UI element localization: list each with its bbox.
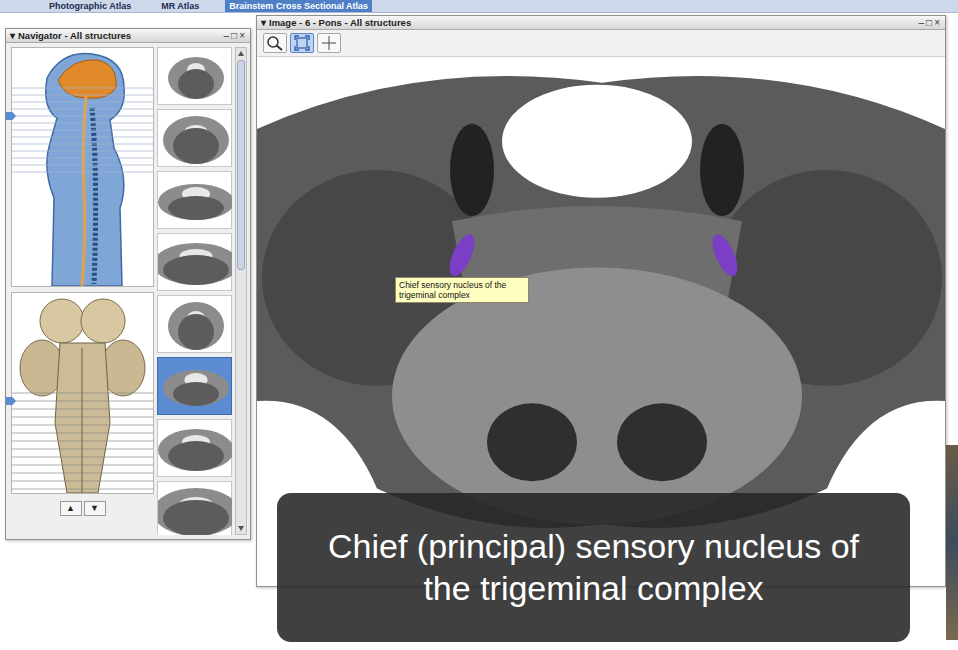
zoom-tool[interactable] (266, 35, 284, 51)
slice-thumbnail-icon (158, 234, 232, 290)
caption-overlay: Chief (principal) sensory nucleus of the… (277, 493, 910, 642)
slice-thumbnail-icon (158, 110, 232, 166)
collapse-icon[interactable]: ▾ (10, 29, 15, 42)
zoom-icon (266, 35, 284, 51)
zoom-button[interactable] (263, 33, 287, 53)
collapse-icon[interactable]: ▾ (261, 16, 266, 29)
scroll-thumb[interactable] (237, 60, 245, 270)
slice-thumbnail-icon (158, 358, 232, 414)
desktop: Photographic Atlas MR Atlas Brainstem Cros… (0, 0, 958, 650)
navigator-window[interactable]: ▾Navigator - All structures –□× ▲▼ (5, 28, 251, 540)
scroll-up-icon[interactable] (238, 51, 244, 56)
image-title-bar[interactable]: ▾Image - 6 - Pons - All structures –□× (257, 16, 945, 30)
maximize-icon[interactable]: □ (925, 16, 933, 29)
slice-thumbnail[interactable] (157, 357, 232, 415)
slice-thumbnail[interactable] (157, 481, 232, 535)
slice-thumbnail-icon (158, 482, 232, 535)
app-tab[interactable]: Photographic Atlas (45, 0, 135, 12)
window-controls: –□× (223, 29, 246, 42)
scroll-down-icon[interactable] (238, 526, 244, 531)
app-tab-bar: Photographic Atlas MR Atlas Brainstem Cros… (0, 0, 958, 13)
slice-thumbnail-icon (158, 420, 232, 476)
slice-thumbnail-icon (158, 172, 232, 228)
slice-thumbnails (157, 47, 232, 535)
slice-thumbnail-icon (158, 48, 232, 104)
fit-icon (294, 35, 310, 51)
slice-thumbnail[interactable] (157, 47, 232, 105)
crosshair-icon (321, 35, 337, 51)
slice-marker-icon[interactable] (6, 397, 16, 405)
app-tab[interactable]: MR Atlas (157, 0, 203, 12)
fit-tool[interactable] (294, 35, 310, 51)
previous-slice-button[interactable]: ▲ (60, 501, 82, 516)
minimize-icon[interactable]: – (918, 16, 926, 29)
brainstem-dorsal-view[interactable] (11, 292, 154, 494)
close-icon[interactable]: × (933, 16, 941, 29)
close-icon[interactable]: × (238, 29, 246, 42)
minimize-icon[interactable]: – (223, 29, 231, 42)
navigator-title-bar[interactable]: ▾Navigator - All structures –□× (6, 29, 250, 43)
window-title: Navigator - All structures (18, 29, 131, 42)
sagittal-body-icon (12, 48, 153, 286)
next-slice-button[interactable]: ▼ (84, 501, 106, 516)
side-photo (946, 445, 958, 640)
sagittal-body-view[interactable] (11, 47, 154, 287)
fit-button[interactable] (290, 33, 314, 53)
navigator-body: ▲▼ (6, 43, 250, 539)
app-tab[interactable]: Brainstem Cross Sectional Atlas (225, 0, 372, 12)
slice-thumbnail[interactable] (157, 171, 232, 229)
slice-thumbnail[interactable] (157, 419, 232, 477)
slice-thumbnail[interactable] (157, 109, 232, 167)
crosshair-tool[interactable] (321, 35, 337, 51)
window-controls: –□× (918, 16, 941, 29)
crosshair-button[interactable] (317, 33, 341, 53)
image-toolbar (257, 30, 945, 57)
structure-tooltip: Chief sensory nucleus of the trigeminal … (395, 277, 529, 303)
slice-thumbnail[interactable] (157, 295, 232, 353)
navigator-buttons: ▲▼ (11, 499, 154, 516)
maximize-icon[interactable]: □ (230, 29, 238, 42)
slice-marker-icon[interactable] (6, 112, 16, 120)
slice-thumbnail[interactable] (157, 233, 232, 291)
navigator-overview: ▲▼ (11, 47, 154, 535)
brainstem-icon (12, 293, 153, 493)
slice-thumbnail-icon (158, 296, 232, 352)
scrollbar[interactable] (235, 47, 247, 535)
window-title: Image - 6 - Pons - All structures (269, 16, 411, 29)
